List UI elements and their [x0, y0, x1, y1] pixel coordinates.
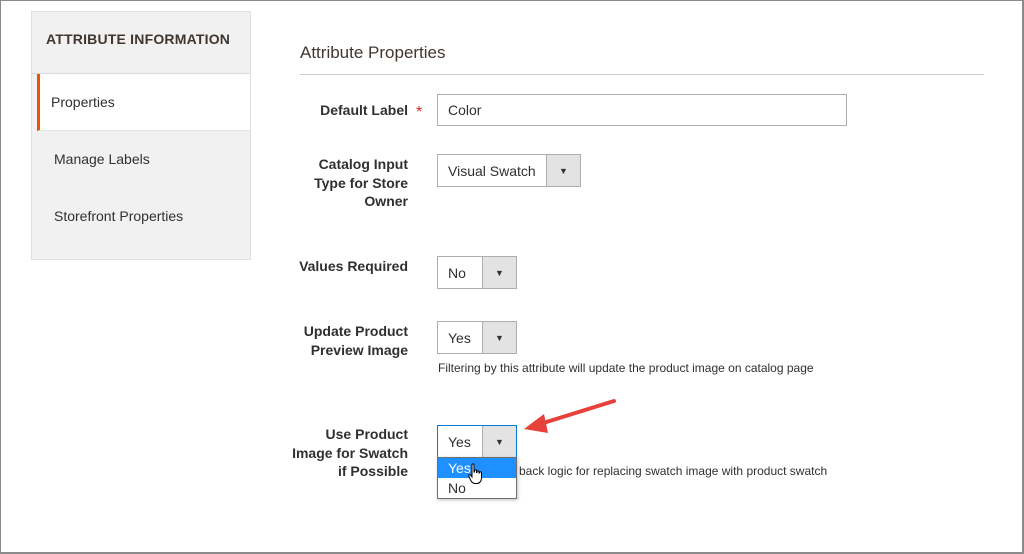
sidebar-item-storefront-properties[interactable]: Storefront Properties	[32, 188, 250, 245]
triangle-down-icon: ▼	[482, 257, 516, 288]
update-preview-image-select[interactable]: Yes ▼	[437, 321, 517, 354]
default-label-input[interactable]	[437, 94, 847, 126]
values-required-label: Values Required	[299, 258, 408, 274]
default-label-label: Default Label	[320, 102, 408, 118]
hand-pointer-icon	[468, 463, 482, 484]
catalog-input-type-select[interactable]: Visual Swatch ▼	[437, 154, 581, 187]
update-preview-image-note: Filtering by this attribute will update …	[438, 361, 814, 375]
triangle-down-icon: ▼	[546, 155, 580, 186]
triangle-down-icon: ▼	[482, 426, 516, 457]
catalog-input-type-label: Catalog Input Type for Store Owner	[314, 156, 408, 209]
section-title: Attribute Properties	[300, 43, 446, 62]
red-arrow-icon	[524, 399, 616, 433]
attribute-sidebar: ATTRIBUTE INFORMATION Properties Manage …	[31, 11, 251, 260]
sidebar-title: ATTRIBUTE INFORMATION	[32, 12, 250, 74]
use-product-image-note: back logic for replacing swatch image wi…	[519, 464, 828, 478]
values-required-value: No	[448, 265, 466, 281]
section-divider	[300, 74, 984, 75]
sidebar-item-properties[interactable]: Properties	[37, 74, 250, 131]
use-product-image-label: Use Product Image for Swatch if Possible	[292, 426, 408, 479]
update-preview-image-value: Yes	[448, 330, 471, 346]
use-product-image-select[interactable]: Yes ▼	[437, 425, 517, 458]
sidebar-item-manage-labels[interactable]: Manage Labels	[32, 131, 250, 188]
catalog-input-type-value: Visual Swatch	[448, 163, 536, 179]
use-product-image-value: Yes	[448, 434, 471, 450]
update-preview-image-label: Update Product Preview Image	[303, 323, 408, 358]
values-required-select[interactable]: No ▼	[437, 256, 517, 289]
required-asterisk: *	[416, 104, 423, 121]
triangle-down-icon: ▼	[482, 322, 516, 353]
